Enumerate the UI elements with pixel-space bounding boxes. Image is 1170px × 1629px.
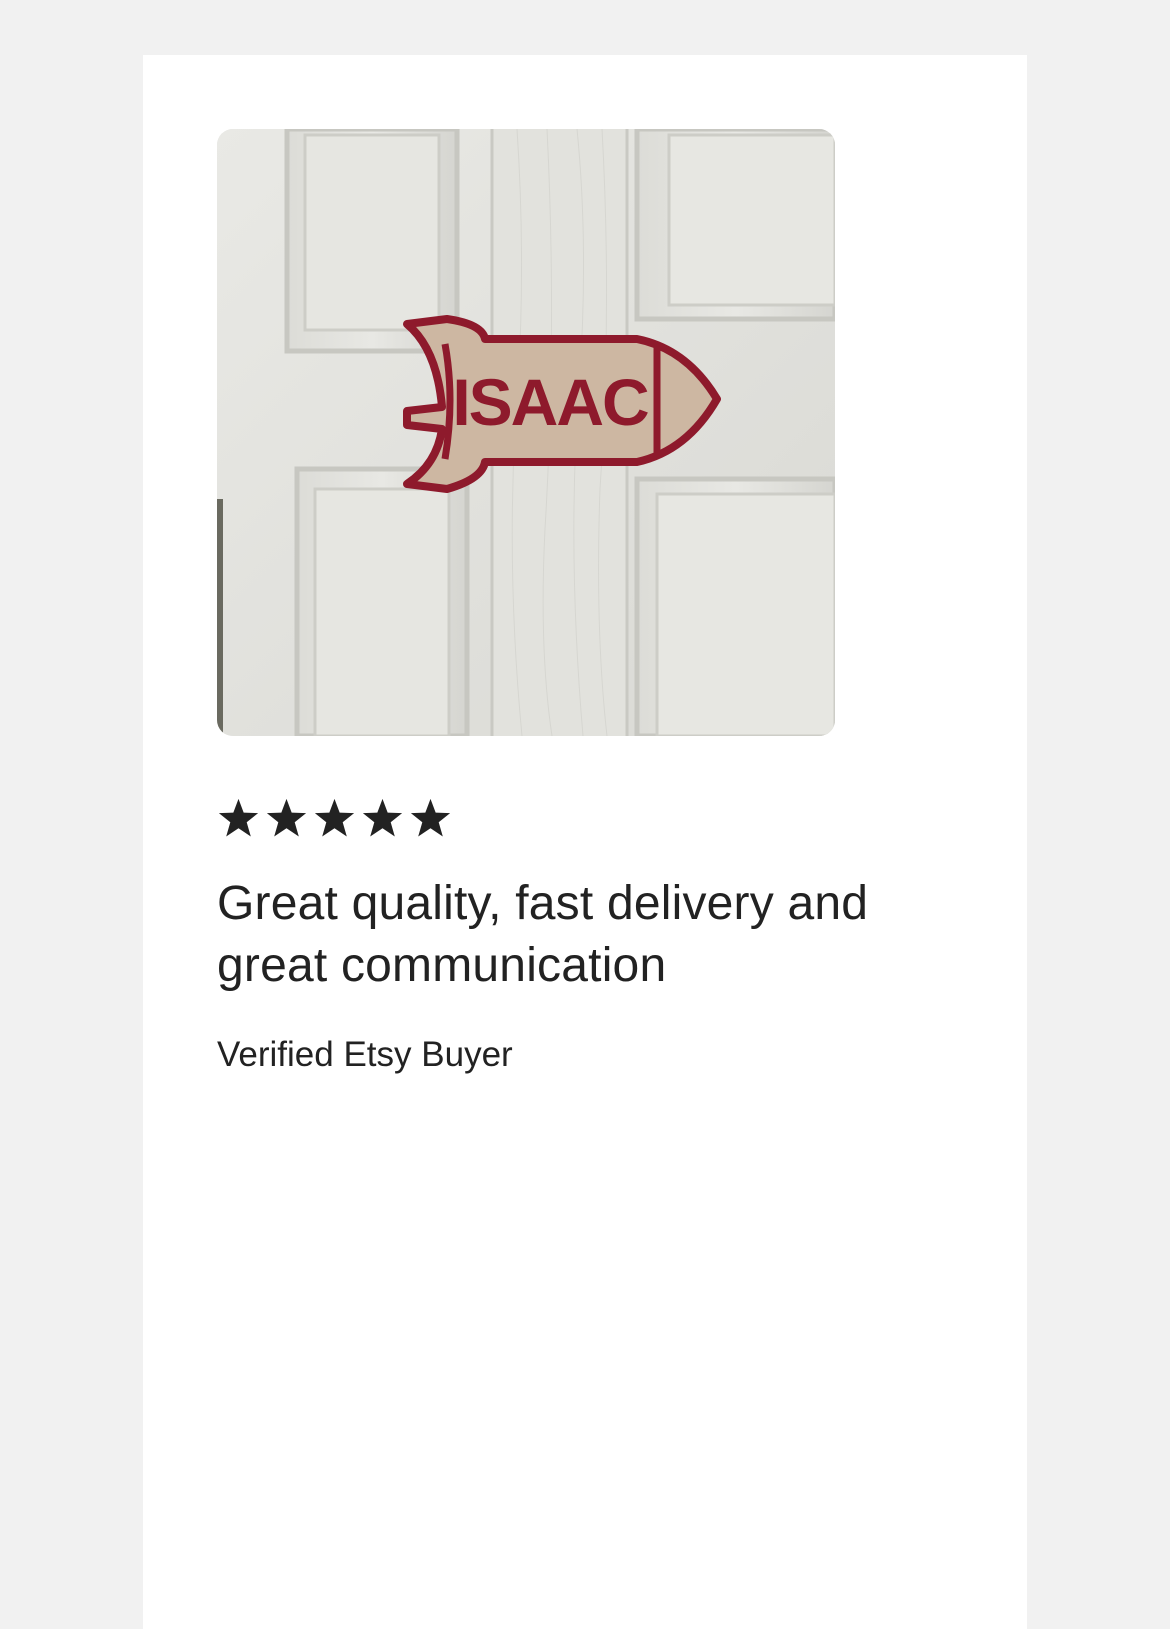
review-card: ISAAC Great quality, fast delivery and g… [143, 55, 1027, 1629]
sign-text: ISAAC [452, 365, 648, 439]
star-icon [313, 798, 356, 839]
review-title: Great quality, fast delivery and great c… [217, 877, 869, 992]
door-sign-image: ISAAC [217, 129, 835, 736]
star-icon [265, 798, 308, 839]
star-rating [217, 798, 452, 839]
star-icon [361, 798, 404, 839]
review-photo[interactable]: ISAAC [217, 129, 835, 736]
star-icon [409, 798, 452, 839]
star-icon [217, 798, 260, 839]
reviewer-name: Verified Etsy Buyer [217, 1035, 513, 1074]
